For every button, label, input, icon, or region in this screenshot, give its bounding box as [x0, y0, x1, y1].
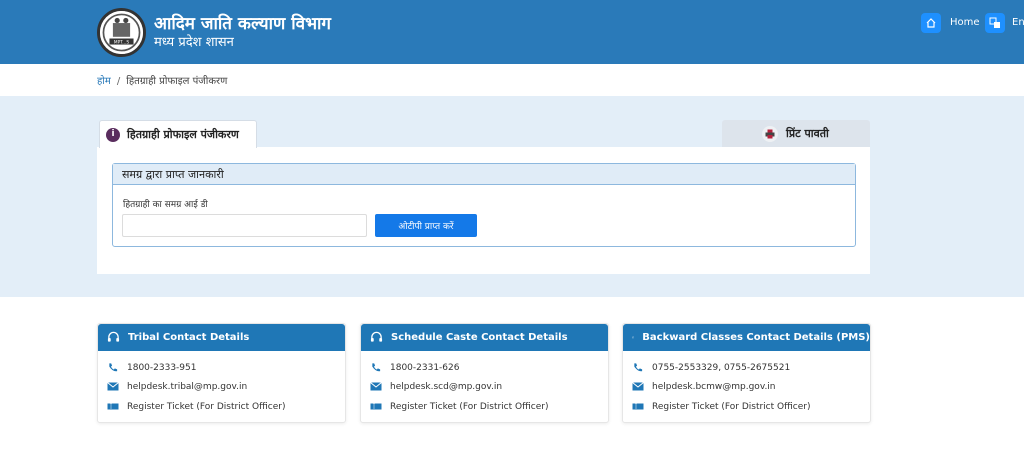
tab-print-receipt-label: प्रिंट पावती: [786, 127, 829, 140]
samagra-id-label: हितग्राही का समग्र आई डी: [123, 200, 208, 210]
ticket-icon: [632, 403, 644, 410]
department-subtitle: मध्य प्रदेश शासन: [154, 35, 234, 50]
info-icon-glyph: i: [111, 129, 115, 139]
tribal-register-ticket-link: Register Ticket (For District Officer): [127, 401, 286, 412]
schedule-caste-phone: 1800-2331-626: [390, 362, 460, 373]
logo-text: MPT...S: [114, 40, 130, 46]
schedule-caste-contact-title: Schedule Caste Contact Details: [391, 332, 568, 343]
tribal-contact-title: Tribal Contact Details: [128, 332, 250, 343]
tribal-contact-card: Tribal Contact Details 1800-2333-951 hel…: [97, 323, 346, 423]
info-icon: i: [106, 127, 120, 142]
nav-home-link[interactable]: Home: [950, 17, 980, 28]
backward-classes-email: helpdesk.bcmw@mp.gov.in: [652, 381, 776, 392]
backward-classes-contact-title: Backward Classes Contact Details (PMS): [642, 332, 870, 343]
mail-icon: [632, 382, 644, 391]
tab-profile-registration-label: हितग्राही प्रोफाइल पंजीकरण: [127, 128, 239, 141]
department-title: आदिम जाति कल्याण विभाग: [154, 14, 331, 34]
headset-icon: [632, 336, 635, 339]
breadcrumb-current: हितग्राही प्रोफाइल पंजीकरण: [126, 76, 228, 87]
backward-classes-phone: 0755-2553329, 0755-2675521: [652, 362, 791, 373]
backward-classes-phone-row[interactable]: 0755-2553329, 0755-2675521: [632, 362, 790, 373]
language-icon[interactable]: [985, 13, 1005, 33]
site-header: MPT...S आदिम जाति कल्याण विभाग मध्य प्रद…: [0, 0, 1024, 64]
phone-icon: [372, 363, 381, 372]
ticket-icon: [107, 403, 119, 410]
samagra-id-input[interactable]: [122, 214, 367, 237]
schedule-caste-register-ticket-link: Register Ticket (For District Officer): [390, 401, 549, 412]
tribal-email: helpdesk.tribal@mp.gov.in: [127, 381, 248, 392]
headset-icon: [370, 331, 383, 342]
tribal-contact-header: Tribal Contact Details: [98, 324, 345, 351]
ticket-icon: [370, 403, 382, 410]
tribal-phone-row[interactable]: 1800-2333-951: [107, 362, 196, 373]
phone-icon: [109, 363, 118, 372]
schedule-caste-contact-card: Schedule Caste Contact Details 1800-2331…: [360, 323, 609, 423]
breadcrumb-separator: /: [116, 76, 121, 87]
tab-print-receipt[interactable]: प्रिंट पावती: [722, 120, 870, 147]
schedule-caste-email-row[interactable]: helpdesk.scd@mp.gov.in: [370, 381, 502, 392]
nav-language-link[interactable]: En: [1012, 17, 1024, 28]
backward-classes-register-ticket-link: Register Ticket (For District Officer): [652, 401, 811, 412]
phone-icon: [634, 363, 643, 372]
tribal-email-row[interactable]: helpdesk.tribal@mp.gov.in: [107, 381, 247, 392]
tribal-phone: 1800-2333-951: [127, 362, 197, 373]
breadcrumb: होम / हितग्राही प्रोफाइल पंजीकरण: [97, 73, 227, 87]
samagra-info-heading: समग्र द्वारा प्राप्त जानकारी: [113, 164, 855, 185]
tribal-ticket-row[interactable]: Register Ticket (For District Officer): [107, 401, 286, 412]
schedule-caste-email: helpdesk.scd@mp.gov.in: [390, 381, 503, 392]
get-otp-button[interactable]: ओटीपी प्राप्त करें: [375, 214, 477, 237]
tab-profile-registration[interactable]: i हितग्राही प्रोफाइल पंजीकरण: [99, 120, 257, 148]
schedule-caste-phone-row[interactable]: 1800-2331-626: [370, 362, 459, 373]
mail-icon: [107, 382, 119, 391]
schedule-caste-contact-header: Schedule Caste Contact Details: [361, 324, 608, 351]
breadcrumb-home-link[interactable]: होम: [97, 76, 111, 87]
backward-classes-contact-card: Backward Classes Contact Details (PMS) 0…: [622, 323, 871, 423]
home-icon[interactable]: [921, 13, 941, 33]
backward-classes-email-row[interactable]: helpdesk.bcmw@mp.gov.in: [632, 381, 776, 392]
backward-classes-ticket-row[interactable]: Register Ticket (For District Officer): [632, 401, 811, 412]
samagra-info-panel: समग्र द्वारा प्राप्त जानकारी हितग्राही क…: [112, 163, 856, 247]
mail-icon: [370, 382, 382, 391]
backward-classes-contact-header: Backward Classes Contact Details (PMS): [623, 324, 870, 351]
state-emblem-logo[interactable]: MPT...S: [97, 8, 146, 57]
headset-icon: [107, 331, 120, 342]
printer-icon: [762, 125, 778, 142]
schedule-caste-ticket-row[interactable]: Register Ticket (For District Officer): [370, 401, 549, 412]
